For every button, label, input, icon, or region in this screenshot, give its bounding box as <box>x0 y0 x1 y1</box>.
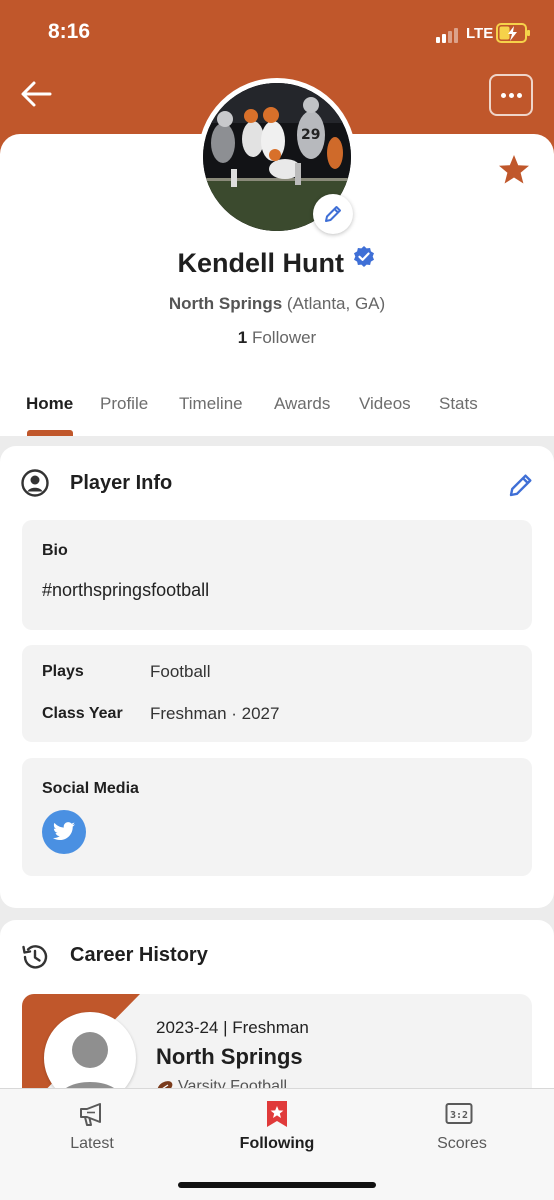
battery-icon <box>496 23 530 43</box>
follower-label: Follower <box>251 328 317 347</box>
more-options-button[interactable] <box>489 74 533 116</box>
status-bar: 8:16 LTE <box>0 0 554 66</box>
profile-tabs: Home Profile Timeline Awards Videos Stat… <box>0 394 554 436</box>
tab-home[interactable]: Home <box>26 394 73 414</box>
career-team: North Springs <box>156 1044 303 1069</box>
svg-text:29: 29 <box>301 127 320 143</box>
nav-scores[interactable]: 3:2 Scores <box>370 1089 554 1169</box>
plays-label: Plays <box>42 663 84 680</box>
tab-timeline[interactable]: Timeline <box>179 394 243 414</box>
details-panel: Plays Football Class Year Freshman · 202… <box>22 645 532 742</box>
nav-following-label: Following <box>239 1135 315 1152</box>
tab-stats[interactable]: Stats <box>439 394 478 414</box>
scoreboard-icon: 3:2 <box>445 1103 473 1124</box>
class-year-label: Class Year <box>42 705 123 722</box>
history-clock-icon <box>22 945 48 969</box>
tab-videos[interactable]: Videos <box>359 394 411 414</box>
twitter-button[interactable] <box>42 810 86 854</box>
nav-latest[interactable]: Latest <box>0 1089 184 1169</box>
status-time: 8:16 <box>48 20 91 43</box>
tab-awards[interactable]: Awards <box>274 394 330 414</box>
active-tab-indicator <box>27 430 73 436</box>
career-season: 2023-24 | Freshman <box>156 1018 309 1037</box>
social-media-panel: Social Media <box>22 758 532 876</box>
favorite-star-button[interactable] <box>496 152 532 188</box>
player-name-row: Kendell Hunt <box>0 245 554 279</box>
verified-badge-icon <box>354 245 375 267</box>
edit-player-info-button[interactable] <box>506 470 536 500</box>
class-year-value: Freshman · 2027 <box>150 704 280 723</box>
school-line[interactable]: North Springs (Atlanta, GA) <box>0 294 554 314</box>
player-info-title: Player Info <box>70 472 173 494</box>
career-history-title: Career History <box>70 944 208 966</box>
bio-label: Bio <box>42 542 68 559</box>
player-info-card: Player Info Bio #northspringsfootball Pl… <box>0 446 554 908</box>
plays-value: Football <box>150 662 211 681</box>
bio-panel: Bio #northspringsfootball <box>22 520 532 630</box>
school-name[interactable]: North Springs <box>169 294 282 313</box>
tab-profile[interactable]: Profile <box>100 394 148 414</box>
nav-scores-label: Scores <box>437 1135 487 1152</box>
edit-photo-button[interactable] <box>313 194 353 234</box>
pencil-icon <box>325 206 341 222</box>
social-media-label: Social Media <box>42 780 139 797</box>
followers-line[interactable]: 1 Follower <box>0 328 554 348</box>
twitter-icon <box>53 822 75 840</box>
network-type: LTE <box>466 25 494 42</box>
back-button[interactable] <box>18 76 58 112</box>
signal-icon <box>436 25 466 43</box>
home-indicator <box>178 1182 376 1188</box>
bio-value: #northspringsfootball <box>42 580 210 600</box>
more-dots-icon <box>501 93 506 98</box>
bookmark-star-icon <box>267 1101 287 1127</box>
svg-text:3:2: 3:2 <box>450 1110 468 1121</box>
megaphone-icon <box>80 1103 101 1126</box>
player-name: Kendell Hunt <box>177 248 345 278</box>
user-circle-icon <box>21 469 49 497</box>
nav-following[interactable]: Following <box>185 1089 369 1169</box>
nav-latest-label: Latest <box>70 1135 114 1152</box>
follower-count: 1 <box>237 328 248 347</box>
school-location: (Atlanta, GA) <box>286 294 386 313</box>
